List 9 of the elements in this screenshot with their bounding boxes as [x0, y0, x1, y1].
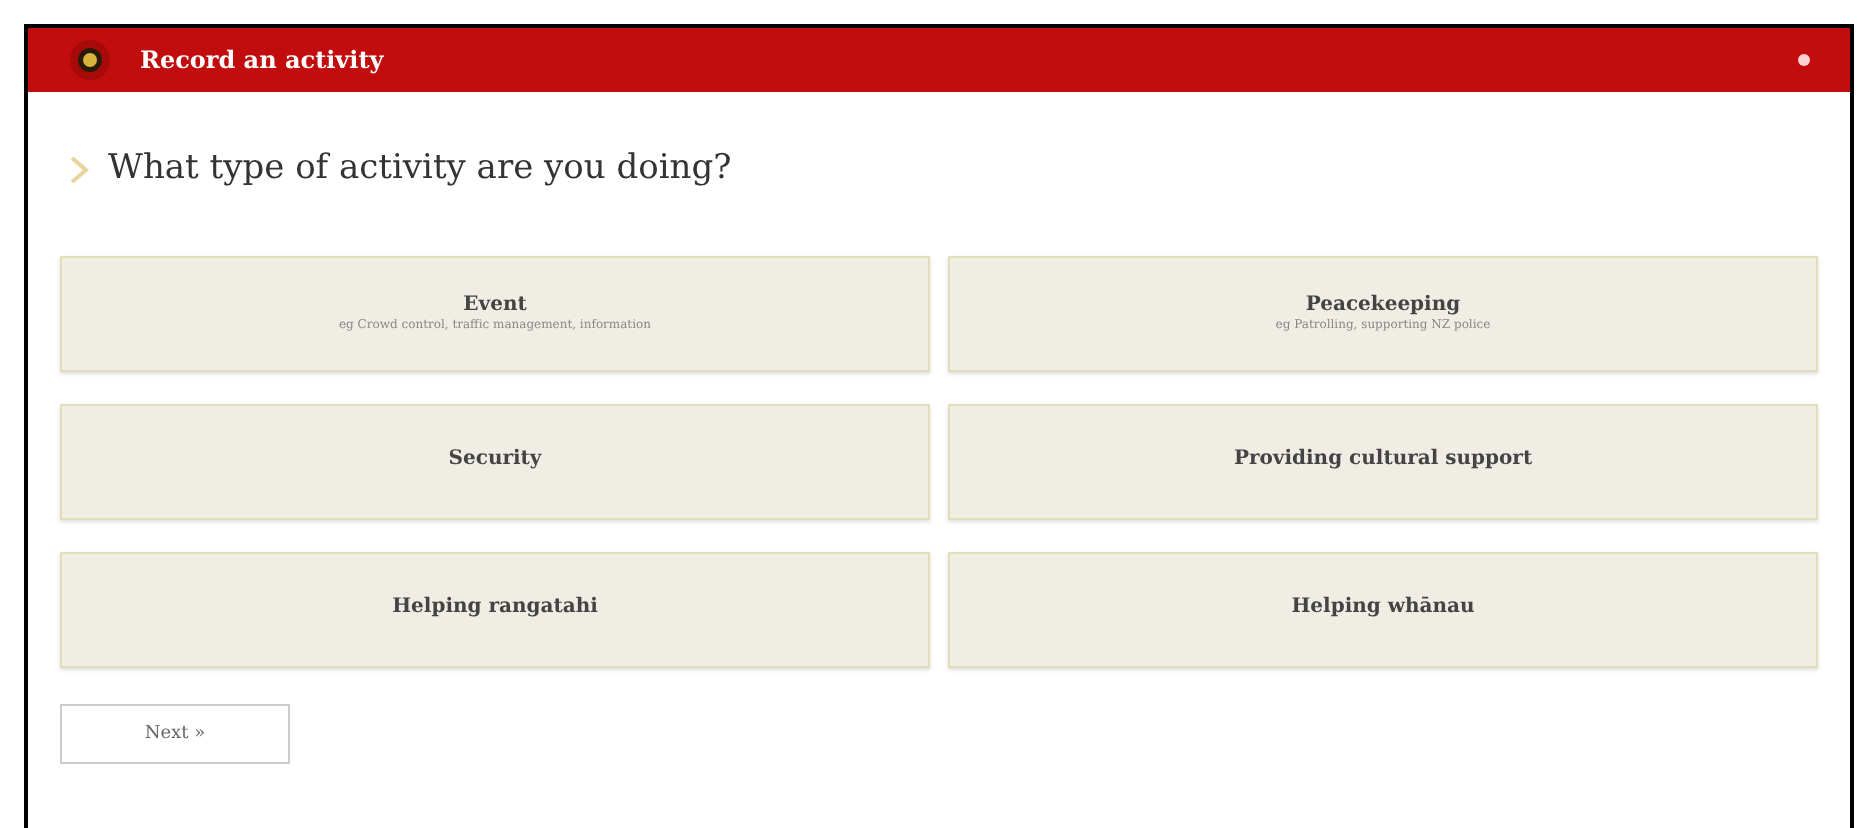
chevron-icon — [68, 153, 92, 186]
header-title: Record an activity — [140, 44, 384, 78]
next-button[interactable]: Next » — [60, 704, 290, 765]
question-heading: What type of activity are you doing? — [108, 146, 732, 192]
activity-option[interactable]: Providing cultural support — [948, 403, 1818, 519]
activity-option[interactable]: Security — [60, 403, 930, 519]
activity-option[interactable]: Helping rangatahi — [60, 551, 930, 667]
logo-icon — [68, 38, 112, 82]
activity-option[interactable]: Helping whānau — [948, 551, 1818, 667]
